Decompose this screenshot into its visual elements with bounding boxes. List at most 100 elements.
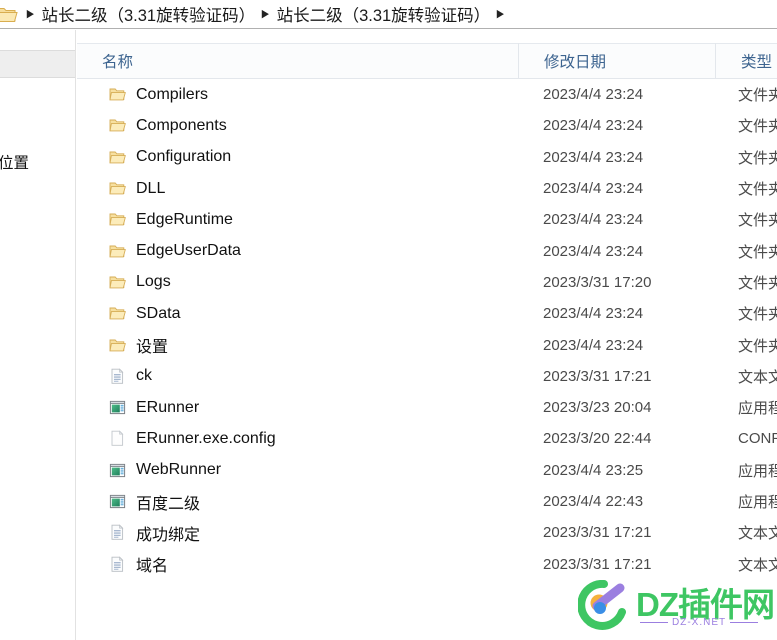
file-type-cell: 应用程 xyxy=(738,400,777,418)
file-name-label: SData xyxy=(136,304,181,322)
file-date-cell: 2023/3/23 20:04 xyxy=(543,399,652,417)
table-row[interactable]: Components 2023/4/4 23:24 文件夹 xyxy=(77,110,777,141)
folder-icon xyxy=(109,149,126,166)
folder-icon xyxy=(109,180,126,197)
column-header-type[interactable]: 类型 xyxy=(715,43,777,79)
file-name-label: 百度二级 xyxy=(136,495,201,513)
file-type-cell: 文件夹 xyxy=(738,149,777,167)
folder-icon xyxy=(0,5,18,24)
table-row[interactable]: WebRunner 2023/4/4 23:25 应用程 xyxy=(77,455,777,486)
breadcrumb-separator-icon[interactable]: ▶ xyxy=(257,8,275,20)
file-name-label: ck xyxy=(136,367,152,385)
file-name-cell[interactable]: WebRunner xyxy=(77,461,518,479)
sidebar-item-label[interactable]: 位置 xyxy=(0,151,29,173)
file-date-cell: 2023/4/4 23:24 xyxy=(543,305,644,323)
file-type-cell: 文件夹 xyxy=(738,87,777,105)
folder-icon xyxy=(109,117,126,134)
table-row[interactable]: Compilers 2023/4/4 23:24 文件夹 xyxy=(77,79,777,110)
file-list[interactable]: Compilers 2023/4/4 23:24 文件夹 Components 2023… xyxy=(77,79,777,580)
table-row[interactable]: EdgeRuntime 2023/4/4 23:24 文件夹 xyxy=(77,204,777,235)
column-header-name[interactable]: 名称 xyxy=(77,43,518,79)
file-name-cell[interactable]: EdgeUserData xyxy=(77,242,518,260)
file-type-cell: 文件夹 xyxy=(738,337,777,355)
file-name-cell[interactable]: DLL xyxy=(77,180,518,198)
file-type-cell: CONFI xyxy=(738,430,777,448)
file-type-cell: 应用程 xyxy=(738,462,777,480)
folder-icon xyxy=(109,274,126,291)
file-date-cell: 2023/3/31 17:21 xyxy=(543,555,652,573)
file-type-cell: 文本文 xyxy=(738,368,777,386)
breadcrumb-separator-icon[interactable]: ▶ xyxy=(22,8,40,20)
file-name-label: ERunner xyxy=(136,398,200,416)
table-row[interactable]: 成功绑定 2023/3/31 17:21 文本文 xyxy=(77,517,777,548)
file-date-cell: 2023/3/31 17:21 xyxy=(543,367,652,385)
file-name-cell[interactable]: Configuration xyxy=(77,148,518,166)
file-type-cell: 文本文 xyxy=(738,556,777,574)
application-icon xyxy=(109,399,126,416)
file-name-cell[interactable]: EdgeRuntime xyxy=(77,211,518,229)
table-row[interactable]: SData 2023/4/4 23:24 文件夹 xyxy=(77,298,777,329)
file-name-cell[interactable]: ERunner.exe.config xyxy=(77,430,518,448)
file-type-cell: 文件夹 xyxy=(738,181,777,199)
file-type-cell: 文件夹 xyxy=(738,274,777,292)
table-row[interactable]: 设置 2023/4/4 23:24 文件夹 xyxy=(77,329,777,360)
file-type-cell: 文件夹 xyxy=(738,243,777,261)
table-row[interactable]: ERunner.exe.config 2023/3/20 22:44 CONFI xyxy=(77,423,777,454)
file-date-cell: 2023/4/4 22:43 xyxy=(543,493,644,510)
breadcrumb-segment-1[interactable]: 站长二级（3.31旋转验证码） xyxy=(41,2,255,26)
file-name-label: ERunner.exe.config xyxy=(136,429,276,447)
folder-icon xyxy=(109,211,126,228)
file-name-cell[interactable]: Logs xyxy=(77,273,518,291)
breadcrumb[interactable]: ▶ 站长二级（3.31旋转验证码） ▶ 站长二级（3.31旋转验证码） ▶ xyxy=(0,0,777,29)
file-name-cell[interactable]: SData xyxy=(77,305,518,323)
folder-icon xyxy=(109,337,126,354)
file-name-cell[interactable]: Components xyxy=(77,117,518,135)
application-icon xyxy=(109,493,126,510)
file-name-cell[interactable]: 域名 xyxy=(77,552,518,576)
text-file-icon xyxy=(109,524,126,541)
file-name-label: Logs xyxy=(136,273,171,291)
file-type-cell: 文本文 xyxy=(738,525,777,543)
breadcrumb-trailing-chevron-icon[interactable]: ▶ xyxy=(492,8,510,20)
file-name-cell[interactable]: ERunner xyxy=(77,399,518,417)
text-file-icon xyxy=(109,368,126,385)
blank-file-icon xyxy=(109,430,126,447)
file-name-label: 设置 xyxy=(136,339,169,357)
folder-icon xyxy=(109,86,126,103)
column-header-date[interactable]: 修改日期 xyxy=(518,43,715,79)
file-name-label: WebRunner xyxy=(136,461,222,479)
table-row[interactable]: DLL 2023/4/4 23:24 文件夹 xyxy=(77,173,777,204)
file-name-label: Configuration xyxy=(136,148,232,166)
table-row[interactable]: ERunner 2023/3/23 20:04 应用程 xyxy=(77,392,777,423)
file-date-cell: 2023/4/4 23:24 xyxy=(543,180,644,198)
file-type-cell: 文件夹 xyxy=(738,306,777,324)
text-file-icon xyxy=(109,555,126,573)
file-list-pane[interactable]: 名称 修改日期 类型 Compilers 2023/4/4 23:24 文件夹 Com… xyxy=(77,30,777,640)
table-row[interactable]: Configuration 2023/4/4 23:24 文件夹 xyxy=(77,142,777,173)
table-row[interactable]: Logs 2023/3/31 17:20 文件夹 xyxy=(77,267,777,298)
file-type-cell: 文件夹 xyxy=(738,212,777,230)
column-header-type-label: 类型 xyxy=(741,54,773,71)
table-row[interactable]: 百度二级 2023/4/4 22:43 应用程 xyxy=(77,486,777,517)
sidebar-toolbar-block xyxy=(0,50,75,78)
navigation-pane[interactable]: 位置 xyxy=(0,30,76,640)
file-name-label: Compilers xyxy=(136,85,209,103)
table-row[interactable]: ck 2023/3/31 17:21 文本文 xyxy=(77,361,777,392)
file-type-cell: 应用程 xyxy=(738,494,777,511)
file-name-cell[interactable]: Compilers xyxy=(77,86,518,104)
table-row[interactable]: EdgeUserData 2023/4/4 23:24 文件夹 xyxy=(77,235,777,266)
column-header-name-label: 名称 xyxy=(102,54,134,71)
file-date-cell: 2023/4/4 23:24 xyxy=(543,86,644,104)
file-name-cell[interactable]: 成功绑定 xyxy=(77,521,518,545)
file-name-cell[interactable]: ck xyxy=(77,367,518,385)
table-row[interactable]: 域名 2023/3/31 17:21 文本文 xyxy=(77,548,777,579)
breadcrumb-segment-2[interactable]: 站长二级（3.31旋转验证码） xyxy=(277,2,491,26)
folder-icon xyxy=(109,243,126,260)
file-date-cell: 2023/4/4 23:24 xyxy=(543,117,644,135)
file-name-label: Components xyxy=(136,116,227,134)
file-name-cell[interactable]: 百度二级 xyxy=(77,490,518,514)
column-header-date-label: 修改日期 xyxy=(544,54,607,71)
file-date-cell: 2023/3/20 22:44 xyxy=(543,430,652,448)
file-name-cell[interactable]: 设置 xyxy=(77,333,518,357)
file-name-label: EdgeUserData xyxy=(136,242,241,260)
